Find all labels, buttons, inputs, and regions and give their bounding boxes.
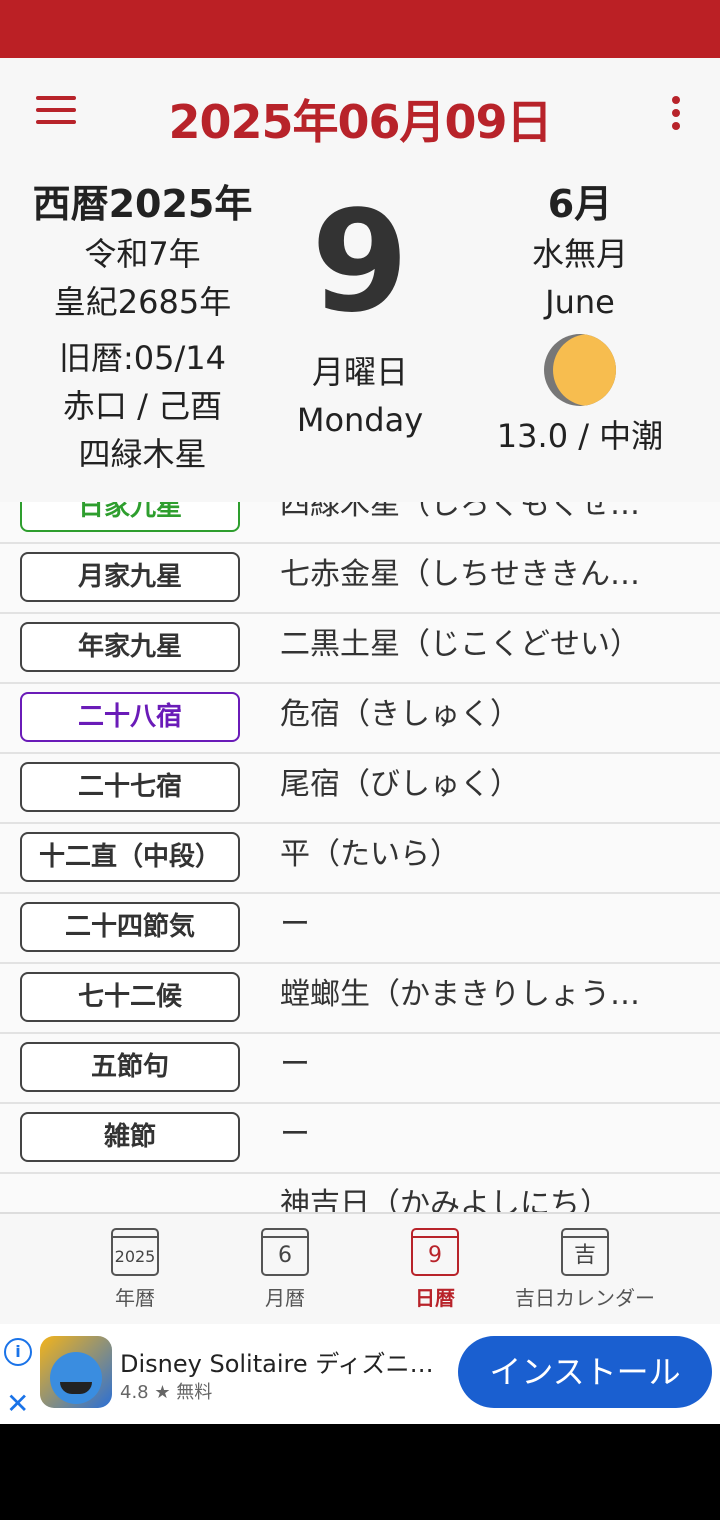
ad-title[interactable]: Disney Solitaire ディズニー…: [120, 1344, 440, 1379]
calendar-icon: 2025: [111, 1228, 159, 1276]
month-number: 6月: [547, 182, 613, 226]
moon-phase-icon: [544, 334, 616, 406]
moon-age-tide: 13.0 / 中潮: [496, 417, 664, 455]
category-tag[interactable]: 日家九星: [20, 502, 240, 532]
category-value: 平（たいら）: [280, 837, 460, 872]
category-value: ー: [280, 907, 310, 942]
list-item[interactable]: 十二直（中段） 平（たいら）: [0, 822, 720, 894]
category-value: 螳螂生（かまきりしょう…: [280, 977, 640, 1012]
category-tag[interactable]: 二十七宿: [20, 762, 240, 812]
almanac-list[interactable]: 日家九星 四緑木星（しろくもくせ… 月家九星 七赤金星（しちせききん… 年家九星 二黒土星…: [0, 502, 720, 1212]
app-icon[interactable]: [40, 1336, 112, 1408]
list-item[interactable]: 二十七宿 尾宿（びしゅく）: [0, 752, 720, 824]
rokuyo-eto: 赤口 / 己酉: [62, 387, 223, 425]
imperial-year: 皇紀2685年: [53, 283, 232, 321]
list-item[interactable]: 二十四節気 ー: [0, 892, 720, 964]
category-tag[interactable]: 月家九星: [20, 552, 240, 602]
list-item[interactable]: 月家九星 七赤金星（しちせききん…: [0, 542, 720, 614]
tab-month-calendar[interactable]: 6 月暦: [215, 1228, 355, 1311]
bottom-tab-bar: 2025 年暦 6 月暦 9 日暦 吉 吉日カレンダー: [0, 1212, 720, 1324]
category-value: 尾宿（びしゅく）: [280, 767, 520, 802]
list-item[interactable]: 年家九星 二黒土星（じこくどせい）: [0, 612, 720, 684]
month-column: 6月 水無月 June 13.0 / 中潮: [460, 178, 700, 460]
category-tag[interactable]: 雑節: [20, 1112, 240, 1162]
category-value: ー: [280, 1047, 310, 1082]
calendar-icon: 9: [411, 1228, 459, 1276]
more-options-icon[interactable]: [668, 96, 684, 136]
year-info-column: 西暦2025年 令和7年 皇紀2685年 旧暦:05/14 赤口 / 己酉 四緑…: [0, 178, 285, 478]
calendar-icon: 6: [261, 1228, 309, 1276]
tab-label: 吉日カレンダー: [515, 1286, 655, 1310]
list-item[interactable]: 神吉日（かみよしにち）: [0, 1172, 720, 1212]
page-title: 2025年06月09日: [168, 95, 552, 149]
weekday-english: Monday: [296, 401, 424, 439]
install-button[interactable]: インストール: [458, 1336, 712, 1408]
nine-star: 四緑木星: [78, 435, 207, 473]
category-tag[interactable]: 年家九星: [20, 622, 240, 672]
top-app-bar: 2025年06月09日: [0, 58, 720, 168]
ad-rating: 4.8 ★ 無料: [120, 1382, 213, 1403]
calendar-icon: 吉: [561, 1228, 609, 1276]
month-japanese: 水無月: [531, 235, 628, 273]
status-bar: [0, 0, 720, 58]
category-value: ー: [280, 1117, 310, 1152]
category-value: 七赤金星（しちせききん…: [280, 557, 640, 592]
tab-year-calendar[interactable]: 2025 年暦: [65, 1228, 205, 1311]
weekday-japanese: 月曜日: [311, 353, 408, 391]
tab-lucky-day-calendar[interactable]: 吉 吉日カレンダー: [505, 1228, 665, 1311]
category-value: 二黒土星（じこくどせい）: [280, 627, 640, 662]
category-tag[interactable]: 十二直（中段）: [20, 832, 240, 882]
list-item[interactable]: 二十八宿 危宿（きしゅく）: [0, 682, 720, 754]
tab-label: 月暦: [265, 1286, 305, 1310]
category-value: 危宿（きしゅく）: [280, 697, 520, 732]
list-item[interactable]: 日家九星 四緑木星（しろくもくせ…: [0, 502, 720, 544]
tab-label: 年暦: [115, 1286, 155, 1310]
info-icon[interactable]: i: [4, 1338, 32, 1366]
tab-label: 日暦: [415, 1286, 455, 1310]
close-icon[interactable]: ✕: [6, 1390, 29, 1418]
lunar-date: 旧暦:05/14: [58, 339, 226, 377]
list-item[interactable]: 七十二候 螳螂生（かまきりしょう…: [0, 962, 720, 1034]
tab-day-calendar[interactable]: 9 日暦: [365, 1228, 505, 1311]
reiwa-year: 令和7年: [84, 235, 201, 273]
category-value: 神吉日（かみよしにち）: [280, 1187, 610, 1212]
month-english: June: [545, 283, 615, 321]
category-tag[interactable]: 七十二候: [20, 972, 240, 1022]
western-year: 西暦2025年: [32, 182, 253, 226]
category-tag[interactable]: 二十四節気: [20, 902, 240, 952]
list-item[interactable]: 五節句 ー: [0, 1032, 720, 1104]
day-number: 9: [311, 181, 409, 344]
list-item[interactable]: 雑節 ー: [0, 1102, 720, 1174]
day-column: 9 月曜日 Monday: [250, 178, 470, 444]
category-tag[interactable]: 二十八宿: [20, 692, 240, 742]
app-screen: 2025年06月09日 西暦2025年 令和7年 皇紀2685年 旧暦:05/1…: [0, 58, 720, 1324]
ad-banner[interactable]: i ✕ Disney Solitaire ディズニー… 4.8 ★ 無料 インス…: [0, 1324, 720, 1424]
category-value: 四緑木星（しろくもくせ…: [280, 502, 640, 522]
category-tag[interactable]: 五節句: [20, 1042, 240, 1092]
